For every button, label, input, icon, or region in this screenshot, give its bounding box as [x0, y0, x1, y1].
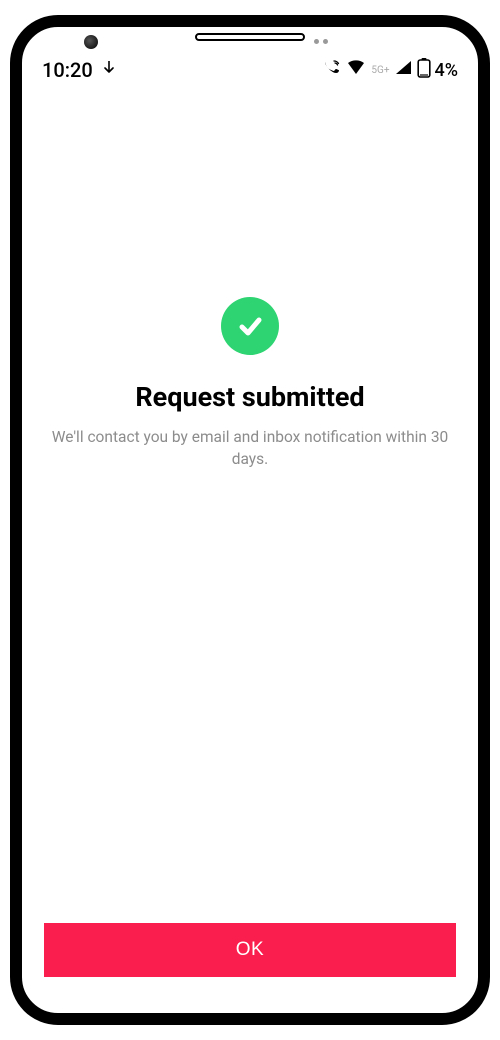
download-arrow-icon [103, 58, 115, 82]
phone-frame: 10:20 5G+ [10, 15, 490, 1025]
status-bar-left: 10:20 [42, 58, 115, 82]
battery-icon [417, 58, 431, 83]
status-time: 10:20 [42, 58, 93, 82]
success-message-block: Request submitted We'll contact you by e… [44, 297, 456, 470]
screen: 10:20 5G+ [22, 27, 478, 1013]
network-type-label: 5G+ [371, 65, 389, 76]
success-subtitle: We'll contact you by email and inbox not… [44, 427, 456, 470]
wifi-icon [346, 60, 366, 81]
battery-percent: 4% [435, 60, 458, 81]
status-bar: 10:20 5G+ [22, 53, 478, 87]
main-content: Request submitted We'll contact you by e… [22, 87, 478, 1013]
success-check-icon [221, 297, 279, 355]
wifi-calling-icon [322, 60, 342, 81]
status-bar-right: 5G+ 4% [322, 58, 458, 83]
ok-button[interactable]: OK [44, 923, 456, 977]
success-title: Request submitted [135, 381, 364, 413]
cell-signal-icon [395, 60, 413, 81]
